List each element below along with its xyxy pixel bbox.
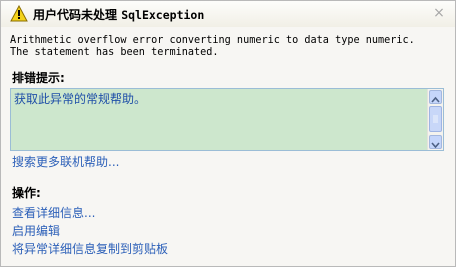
- dialog-body: Arithmetic overflow error converting num…: [1, 27, 455, 266]
- dialog-titlebar: 用户代码未处理 SqlException ×: [1, 1, 455, 27]
- warning-icon: [10, 4, 28, 22]
- enable-editing-link[interactable]: 启用编辑: [12, 222, 60, 239]
- troubleshooting-label: 排错提示:: [12, 71, 65, 85]
- exception-assistant-dialog: 用户代码未处理 SqlException × Arithmetic overfl…: [0, 0, 456, 267]
- view-detail-link[interactable]: 查看详细信息...: [12, 204, 95, 221]
- actions-label: 操作:: [12, 186, 41, 200]
- title-exception-name: SqlException: [121, 8, 205, 22]
- message-line-1: Arithmetic overflow error converting num…: [10, 35, 415, 46]
- tip-item[interactable]: 获取此异常的常规帮助。: [14, 90, 146, 107]
- scrollbar-thumb[interactable]: [429, 106, 442, 132]
- chevron-up-icon[interactable]: [429, 90, 442, 104]
- title-prefix: 用户代码未处理: [33, 8, 122, 22]
- tips-scrollbar[interactable]: [427, 89, 443, 150]
- search-online-help-link[interactable]: 搜索更多联机帮助...: [12, 153, 119, 170]
- close-icon[interactable]: ×: [431, 5, 447, 21]
- chevron-down-icon[interactable]: [429, 135, 442, 149]
- dialog-title: 用户代码未处理 SqlException: [33, 6, 204, 23]
- troubleshooting-tips-list[interactable]: 获取此异常的常规帮助。: [10, 88, 444, 151]
- message-line-2: The statement has been terminated.: [10, 47, 219, 58]
- copy-exception-detail-link[interactable]: 将异常详细信息复制到剪贴板: [12, 240, 168, 257]
- exception-message: Arithmetic overflow error converting num…: [10, 35, 415, 59]
